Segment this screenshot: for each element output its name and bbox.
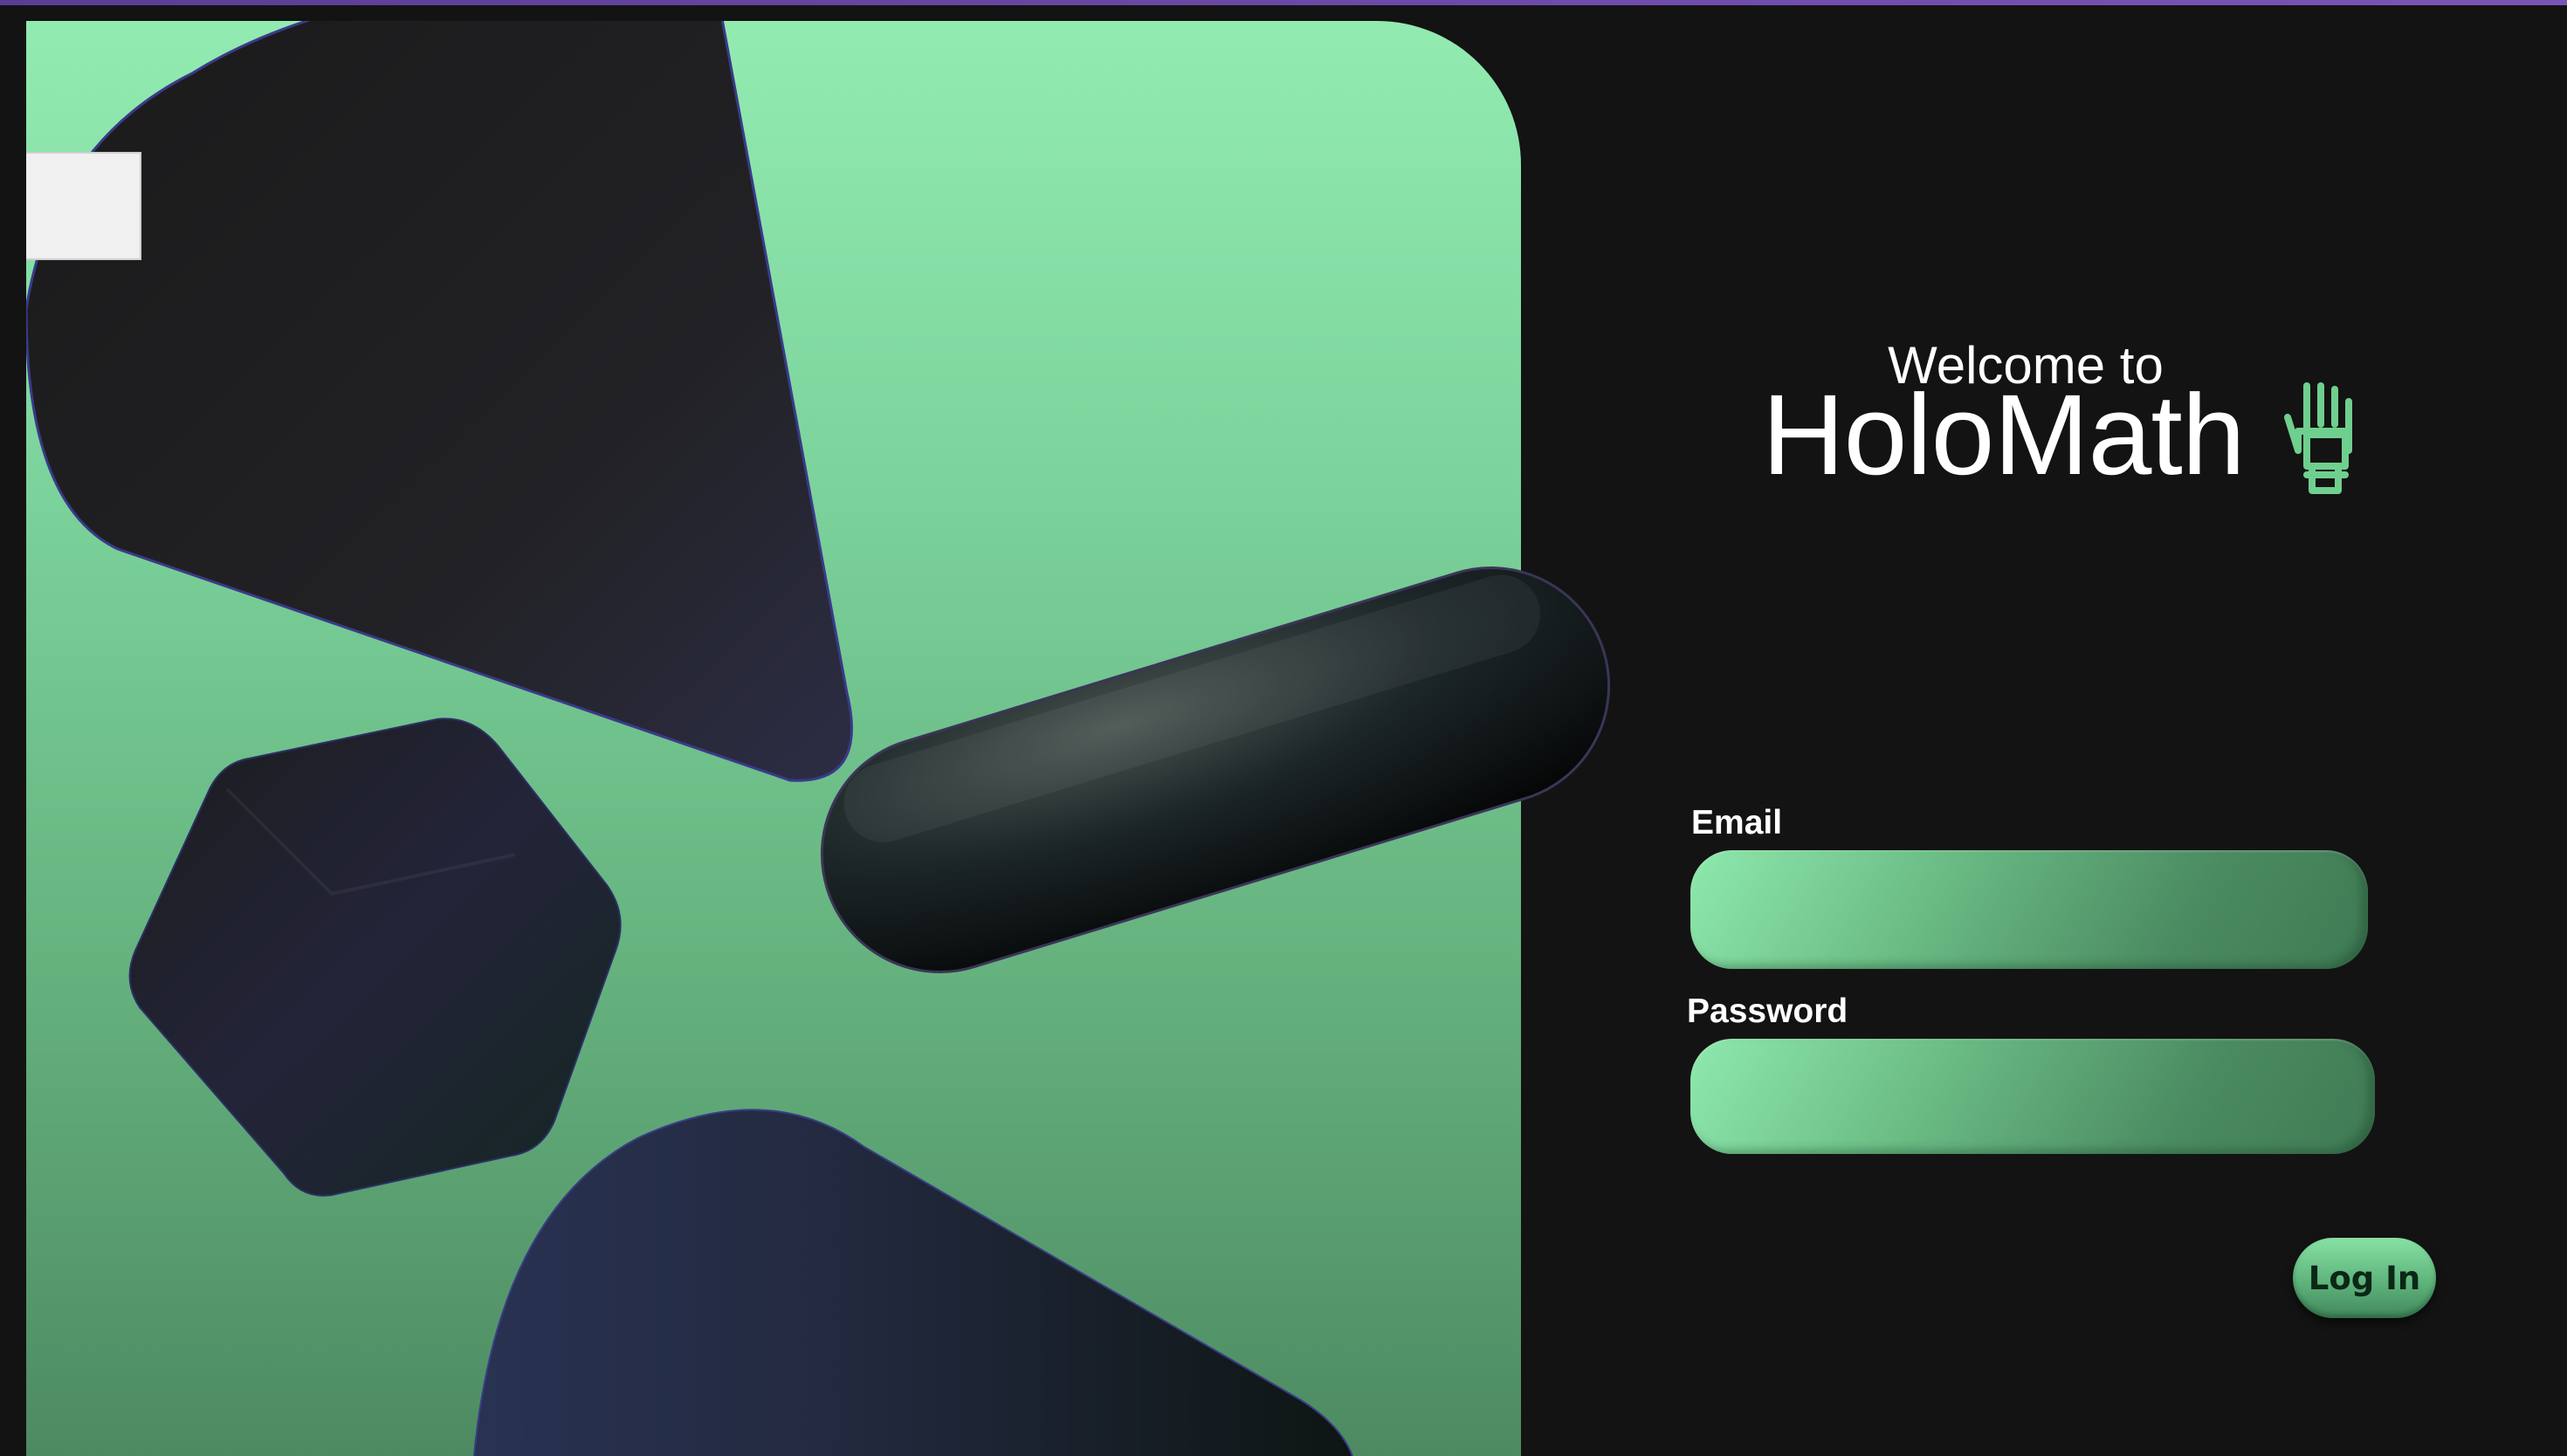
- app-title: HoloMath: [1762, 370, 2246, 498]
- cube-shape: [128, 718, 622, 1197]
- window-top-strip: [0, 0, 2567, 5]
- password-input[interactable]: [1690, 1039, 2375, 1154]
- hero-illustration-panel: [26, 21, 1521, 1456]
- password-label: Password: [1687, 992, 1848, 1030]
- robotic-hand-icon: [2284, 382, 2352, 494]
- email-label: Email: [1691, 804, 1783, 841]
- login-page: Welcome to HoloMath Email Password Log I…: [0, 0, 2567, 1456]
- hero-3d-shapes: [26, 21, 1353, 1456]
- email-input[interactable]: [1690, 850, 2368, 969]
- login-button[interactable]: Log In: [2293, 1238, 2436, 1318]
- bottom-cone-shape: [472, 1109, 1353, 1456]
- cone-shape: [26, 21, 853, 782]
- window-side-tab: [26, 152, 141, 260]
